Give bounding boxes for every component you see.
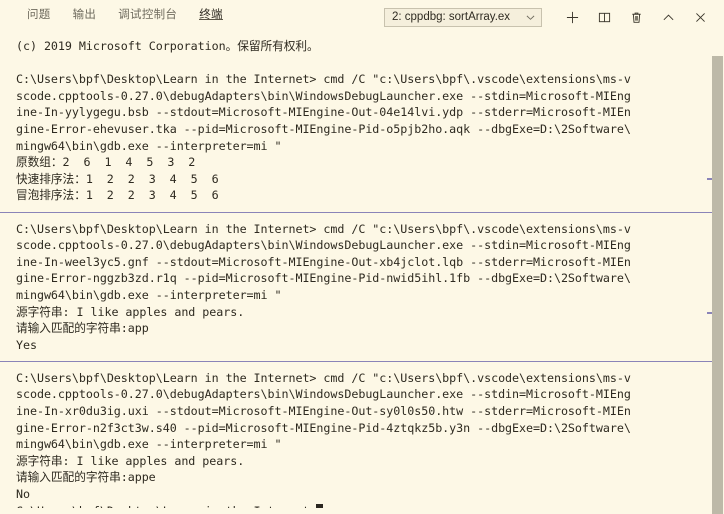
panel-tab-3[interactable]: 终端 — [188, 0, 234, 22]
terminal-line-text: C:\Users\bpf\Desktop\Learn in the Intern… — [16, 72, 631, 87]
command-separator — [0, 204, 724, 221]
terminal-line-text: gine-Error-nggzb3zd.r1q --pid=Microsoft-… — [16, 271, 631, 286]
terminal-line-text: 原数组：2 6 1 4 5 3 2 — [16, 155, 196, 170]
kill-terminal-button[interactable] — [623, 4, 649, 30]
terminal-selector-value: 2: cppdbg: sortArray.ex — [392, 10, 511, 23]
terminal-line-text: 请输入匹配的字符串:app — [16, 321, 149, 336]
panel-header-actions: 2: cppdbg: sortArray.ex — [384, 0, 724, 34]
panel-tab-label: 问题 — [27, 9, 51, 21]
terminal-line: ine-In-yylygegu.bsb --stdout=Microsoft-M… — [16, 104, 724, 121]
terminal-line: No — [16, 486, 724, 503]
panel-tab-2[interactable]: 调试控制台 — [107, 0, 188, 22]
terminal-line: 请输入匹配的字符串:appe — [16, 469, 724, 486]
terminal-line-text: mingw64\bin\gdb.exe --interpreter=mi " — [16, 437, 282, 452]
terminal-line-text: No — [16, 487, 30, 502]
panel-tab-label: 输出 — [72, 9, 97, 21]
terminal-line: mingw64\bin\gdb.exe --interpreter=mi " — [16, 436, 724, 453]
terminal-line: scode.cpptools-0.27.0\debugAdapters\bin\… — [16, 386, 724, 403]
terminal-line: mingw64\bin\gdb.exe --interpreter=mi " — [16, 138, 724, 155]
terminal-scrollbar-thumb[interactable] — [712, 56, 723, 514]
terminal-line: C:\Users\bpf\Desktop\Learn in the Intern… — [16, 221, 724, 238]
terminal-line: 源字符串: I like apples and pears. — [16, 304, 724, 321]
terminal-cursor — [316, 503, 324, 508]
terminal-line: 冒泡排序法：1 2 2 3 4 5 6 — [16, 187, 724, 204]
terminal-line-text: gine-Error-n2f3ct3w.s40 --pid=Microsoft-… — [16, 420, 631, 435]
terminal-line: scode.cpptools-0.27.0\debugAdapters\bin\… — [16, 237, 724, 254]
panel-tab-list: 问题 输出 调试控制台 终端 — [0, 0, 234, 34]
terminal-line — [16, 55, 724, 72]
terminal-line: 原数组：2 6 1 4 5 3 2 — [16, 154, 724, 171]
terminal-line: 请输入匹配的字符串:app — [16, 320, 724, 337]
terminal-line-text: C:\Users\bpf\Desktop\Learn in the Intern… — [16, 221, 631, 236]
terminal-line: C:\Users\bpf\Desktop\Learn in the Intern… — [16, 71, 724, 88]
terminal-line-text: scode.cpptools-0.27.0\debugAdapters\bin\… — [16, 387, 631, 402]
terminal-output[interactable]: (c) 2019 Microsoft Corporation。保留所有权利。 C… — [0, 34, 724, 508]
terminal-line-text: ine-In-yylygegu.bsb --stdout=Microsoft-M… — [16, 105, 631, 120]
terminal-line-text: mingw64\bin\gdb.exe --interpreter=mi " — [16, 138, 282, 153]
terminal-line-text: 快速排序法：1 2 2 3 4 5 6 — [16, 171, 219, 186]
terminal-line: ine-In-weel3yc5.gnf --stdout=Microsoft-M… — [16, 254, 724, 271]
terminal-line: scode.cpptools-0.27.0\debugAdapters\bin\… — [16, 88, 724, 105]
terminal-line-text: C:\Users\bpf\Desktop\Learn in the Intern… — [16, 370, 631, 385]
panel-tab-label: 调试控制台 — [118, 9, 178, 21]
terminal-line-text: scode.cpptools-0.27.0\debugAdapters\bin\… — [16, 88, 631, 103]
terminal-line-text: gine-Error-ehevuser.tka --pid=Microsoft-… — [16, 121, 631, 136]
terminal-line: ine-In-xr0du3ig.uxi --stdout=Microsoft-M… — [16, 403, 724, 420]
active-tab-indicator — [199, 18, 223, 20]
terminal-line-text: mingw64\bin\gdb.exe --interpreter=mi " — [16, 287, 282, 302]
maximize-panel-button[interactable] — [655, 4, 681, 30]
panel-header: 问题 输出 调试控制台 终端 2: cppdbg: sortArray.ex — [0, 0, 724, 34]
terminal-line-text: ine-In-xr0du3ig.uxi --stdout=Microsoft-M… — [16, 404, 631, 419]
terminal-line-text: scode.cpptools-0.27.0\debugAdapters\bin\… — [16, 238, 631, 253]
terminal-line-text: 源字符串: I like apples and pears. — [16, 453, 245, 468]
terminal-line: C:\Users\bpf\Desktop\Learn in the Intern… — [16, 370, 724, 387]
separator-rule — [0, 211, 712, 213]
terminal-line-text: 源字符串: I like apples and pears. — [16, 304, 245, 319]
terminal-line: 源字符串: I like apples and pears. — [16, 453, 724, 470]
terminal-line-text: 冒泡排序法：1 2 2 3 4 5 6 — [16, 188, 219, 203]
terminal-line-text: (c) 2019 Microsoft Corporation。保留所有权利。 — [16, 39, 319, 53]
separator-rule — [0, 361, 712, 363]
terminal-line: Yes — [16, 337, 724, 354]
terminal-line-text: 请输入匹配的字符串:appe — [16, 470, 156, 485]
new-terminal-button[interactable] — [559, 4, 585, 30]
terminal-line: (c) 2019 Microsoft Corporation。保留所有权利。 — [16, 38, 724, 55]
terminal-line-text: C:\Users\bpf\Desktop\Learn in the Intern… — [16, 504, 316, 508]
terminal-scrollbar-track[interactable] — [707, 34, 724, 514]
terminal-line: mingw64\bin\gdb.exe --interpreter=mi " — [16, 287, 724, 304]
terminal-line: 快速排序法：1 2 2 3 4 5 6 — [16, 171, 724, 188]
terminal-line: C:\Users\bpf\Desktop\Learn in the Intern… — [16, 503, 724, 508]
terminal-selector-dropdown[interactable]: 2: cppdbg: sortArray.ex — [384, 7, 542, 27]
terminal-line: gine-Error-nggzb3zd.r1q --pid=Microsoft-… — [16, 270, 724, 287]
panel-tab-0[interactable]: 问题 — [16, 0, 62, 22]
command-separator — [0, 353, 724, 370]
panel-tab-1[interactable]: 输出 — [62, 0, 108, 22]
terminal-line: gine-Error-ehevuser.tka --pid=Microsoft-… — [16, 121, 724, 138]
terminal-panel: 问题 输出 调试控制台 终端 2: cppdbg: sortArray.ex (… — [0, 0, 724, 514]
terminal-line-text: Yes — [16, 337, 37, 352]
terminal-line: gine-Error-n2f3ct3w.s40 --pid=Microsoft-… — [16, 420, 724, 437]
close-panel-button[interactable] — [687, 4, 713, 30]
chevron-down-icon — [524, 13, 537, 22]
terminal-line-text: ine-In-weel3yc5.gnf --stdout=Microsoft-M… — [16, 254, 631, 269]
terminal-line-text — [16, 56, 23, 70]
split-terminal-button[interactable] — [591, 4, 617, 30]
